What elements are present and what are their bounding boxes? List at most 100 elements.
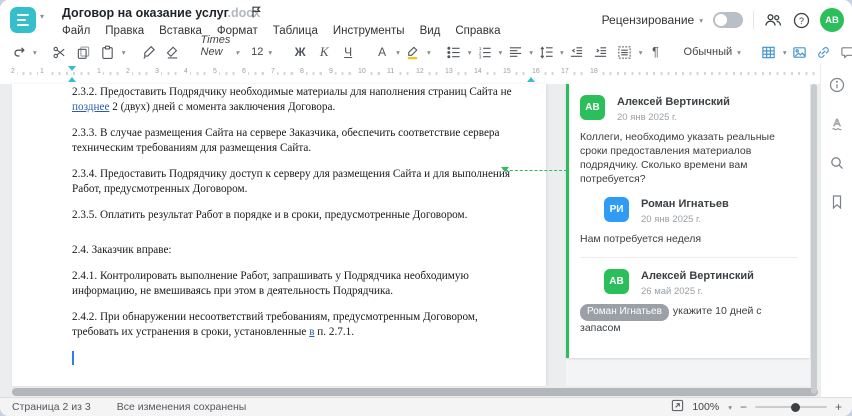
ruler-number: 18 <box>588 68 600 75</box>
comment-reply-header: РИ Роман Игнатьев 20 янв 2025 г. <box>580 197 798 225</box>
insert-table-caret-icon[interactable]: ▾ <box>783 48 787 57</box>
menu-item-1[interactable]: Файл <box>62 25 90 37</box>
paragraph-5[interactable]: 2.4. Заказчик вправе: <box>72 243 516 258</box>
copy-button[interactable] <box>73 42 95 63</box>
ruler-ticks <box>0 64 820 84</box>
highlight-color-button[interactable] <box>402 42 424 63</box>
chevron-down-icon: ▾ <box>268 47 273 57</box>
menu-item-8[interactable]: Справка <box>455 25 500 37</box>
user-avatar[interactable]: АВ <box>820 8 844 32</box>
bold-button[interactable]: Ж <box>289 42 311 63</box>
italic-button[interactable]: К <box>313 42 335 63</box>
status-left: Страница 2 из 3 Все изменения сохранены <box>0 401 246 413</box>
decrease-indent-button[interactable] <box>566 42 588 63</box>
comments-scrollbar[interactable] <box>811 84 817 394</box>
svg-text:3: 3 <box>479 54 482 59</box>
review-toggle[interactable] <box>713 12 743 28</box>
align-caret-icon[interactable]: ▾ <box>529 48 533 57</box>
align-button[interactable] <box>504 42 526 63</box>
comment-text: Коллеги, необходимо указать реальные сро… <box>580 130 798 186</box>
font-name-select[interactable]: Times New ...▾ <box>196 34 245 70</box>
favorite-flag-icon[interactable] <box>250 5 263 24</box>
paste-button[interactable] <box>97 42 119 63</box>
text-run: 2.3.3. В случае размещения Сайта на серв… <box>72 127 500 154</box>
left-indent-marker[interactable] <box>68 77 76 82</box>
menu-item-5[interactable]: Таблица <box>273 25 318 37</box>
bullet-list-button[interactable] <box>443 42 465 63</box>
insert-table-button[interactable] <box>758 42 780 63</box>
mention-chip[interactable]: Роман Игнатьев <box>580 304 669 321</box>
highlight-caret-icon[interactable]: ▾ <box>427 48 431 57</box>
paragraph-3[interactable]: 2.3.4. Предоставить Подрядчику доступ к … <box>72 167 516 197</box>
paragraph-7[interactable]: 2.4.2. При обнаружении несоответствий тр… <box>72 310 516 340</box>
font-color-button[interactable]: А <box>378 46 386 58</box>
bookmark-icon[interactable] <box>828 193 846 211</box>
menu-item-3[interactable]: Вставка <box>159 25 202 37</box>
bullet-list-caret-icon[interactable]: ▾ <box>468 48 472 57</box>
search-icon[interactable] <box>828 154 846 172</box>
menu-item-6[interactable]: Инструменты <box>333 25 405 37</box>
paragraph-4[interactable]: 2.3.5. Оплатить результат Работ в порядк… <box>72 208 516 223</box>
status-right: 100% ▾ − + <box>671 399 852 415</box>
document-title: Договор на оказание услуг.docx <box>62 6 260 20</box>
format-painter-button[interactable] <box>138 42 160 63</box>
zoom-level[interactable]: 100% <box>692 401 719 413</box>
zoom-in-button[interactable]: + <box>835 401 842 413</box>
increase-indent-button[interactable] <box>590 42 612 63</box>
insert-link-button[interactable] <box>813 42 835 63</box>
menu-bar: Файл Правка Вставка Формат Таблица Инструмент… <box>62 25 501 37</box>
menu-item-2[interactable]: Правка <box>105 25 144 37</box>
insert-image-button[interactable] <box>789 42 811 63</box>
clear-formatting-button[interactable] <box>162 42 184 63</box>
paragraph-1[interactable]: 2.3.2. Предоставить Подрядчику необходим… <box>72 85 516 115</box>
line-spacing-caret-icon[interactable]: ▾ <box>560 48 564 57</box>
undo-button[interactable] <box>8 42 30 63</box>
paragraph-6[interactable]: 2.4.1. Контролировать выполнение Работ, … <box>72 269 516 299</box>
comment-meta: Алексей Вертинский 26 май 2025 г. <box>641 269 754 297</box>
ruler-number: 10 <box>356 68 368 75</box>
save-status: Все изменения сохранены <box>116 401 247 413</box>
show-formatting-marks-button[interactable]: ¶ <box>645 42 667 63</box>
underline-button[interactable]: Ч <box>337 42 359 63</box>
comment-thread-card[interactable]: АВ Алексей Вертинский 20 янв 2025 г. Коллег… <box>566 84 810 358</box>
font-color-caret-icon[interactable]: ▾ <box>396 48 400 57</box>
zoom-slider-handle[interactable] <box>790 402 800 412</box>
comment-text: Роман Игнатьев укажите 10 дней с запасом <box>580 304 798 335</box>
collaborators-icon[interactable] <box>764 11 782 29</box>
logo-caret-icon[interactable]: ▾ <box>40 12 44 21</box>
text-cursor <box>72 351 74 365</box>
document-page[interactable]: 2.3.2. Предоставить Подрядчику необходим… <box>12 84 546 386</box>
ruler-number: 1 <box>95 68 103 75</box>
paragraph-2[interactable]: 2.3.3. В случае размещения Сайта на серв… <box>72 126 516 156</box>
cut-button[interactable] <box>49 42 71 63</box>
page-indicator[interactable]: Страница 2 из 3 <box>12 401 91 413</box>
fit-width-icon[interactable] <box>671 399 684 415</box>
zoom-slider[interactable] <box>754 402 827 412</box>
zoom-caret-icon[interactable]: ▾ <box>728 403 732 412</box>
ruler-number: 2 <box>124 68 132 75</box>
review-mode-dropdown[interactable]: Рецензирование ▾ <box>602 13 703 27</box>
horizontal-scrollbar[interactable] <box>12 388 818 396</box>
help-icon[interactable]: ? <box>792 11 810 29</box>
text-run: 2.4.1. Контролировать выполнение Работ, … <box>72 270 469 297</box>
paragraph-settings-button[interactable] <box>614 42 636 63</box>
numbered-list-caret-icon[interactable]: ▾ <box>498 48 502 57</box>
tracked-insertion: позднее <box>72 101 110 113</box>
paragraph-style-select[interactable]: Обычный ▾ <box>679 41 746 63</box>
app-logo-icon[interactable] <box>10 7 36 33</box>
comment-text-run: Нам потребуется неделя <box>580 233 702 245</box>
right-indent-marker[interactable] <box>527 77 535 82</box>
first-line-indent-marker[interactable] <box>68 66 76 71</box>
ruler-number: 12 <box>414 68 426 75</box>
line-spacing-button[interactable] <box>535 42 557 63</box>
info-icon[interactable] <box>828 76 846 94</box>
menu-item-7[interactable]: Вид <box>420 25 441 37</box>
font-size-select[interactable]: 12 ▾ <box>246 41 277 63</box>
paste-caret-icon[interactable]: ▾ <box>122 48 126 57</box>
undo-caret-icon[interactable]: ▾ <box>33 48 37 57</box>
insert-comment-button[interactable] <box>837 42 852 63</box>
numbered-list-button[interactable]: 123 <box>473 42 495 63</box>
spellcheck-icon[interactable]: А <box>828 115 846 133</box>
paragraph-settings-caret-icon[interactable]: ▾ <box>639 48 643 57</box>
zoom-out-button[interactable]: − <box>740 401 747 413</box>
